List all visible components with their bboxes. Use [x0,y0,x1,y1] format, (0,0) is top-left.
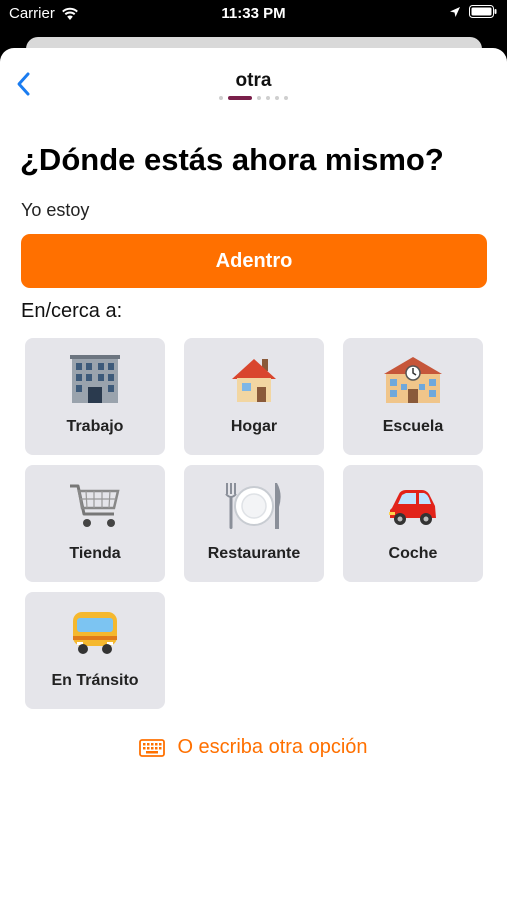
status-right [449,5,497,18]
place-label: Escuela [382,418,444,435]
modal-sheet: otra ¿Dónde estás ahora mismo? Yo estoy … [0,48,507,900]
keyboard-icon [139,738,166,757]
fork-plate-knife-icon [184,479,324,533]
place-label: Restaurante [207,545,301,562]
nav-title: otra [235,70,272,91]
place-tile-school[interactable]: Escuela [343,338,483,455]
place-tile-car[interactable]: Coche [343,465,483,582]
place-label: En Tránsito [51,672,139,689]
status-bar: Carrier 11:33 PM [0,0,507,30]
place-label: Coche [388,545,438,562]
bus-icon [25,606,165,660]
battery-icon [469,5,497,18]
house-icon [184,352,324,406]
inside-button[interactable]: Adentro [21,234,487,288]
place-label: Hogar [230,418,278,435]
shopping-cart-icon [25,479,165,533]
progress-dot [266,96,270,100]
office-building-icon [25,352,165,406]
place-tile-home[interactable]: Hogar [184,338,324,455]
progress-dot-active [228,96,252,100]
near-label: En/cerca a: [21,300,123,322]
status-time: 11:33 PM [221,5,286,22]
nav-bar: otra [0,48,507,108]
progress-dot [219,96,223,100]
place-label: Trabajo [66,418,124,435]
place-tile-transit[interactable]: En Tránsito [25,592,165,709]
car-icon [343,479,483,533]
page-title: ¿Dónde estás ahora mismo? [20,142,444,177]
progress-dot [257,96,261,100]
type-other-option[interactable]: O escriba otra opción [0,736,507,759]
place-tile-restaurant[interactable]: Restaurante [184,465,324,582]
type-other-label: O escriba otra opción [177,736,368,758]
place-label: Tienda [69,545,121,562]
progress-dot [275,96,279,100]
school-icon [343,352,483,406]
progress-dot [284,96,288,100]
subtitle: Yo estoy [21,200,90,220]
place-tile-work[interactable]: Trabajo [25,338,165,455]
progress-indicator [0,96,507,100]
place-tile-store[interactable]: Tienda [25,465,165,582]
location-arrow-icon [450,6,460,17]
